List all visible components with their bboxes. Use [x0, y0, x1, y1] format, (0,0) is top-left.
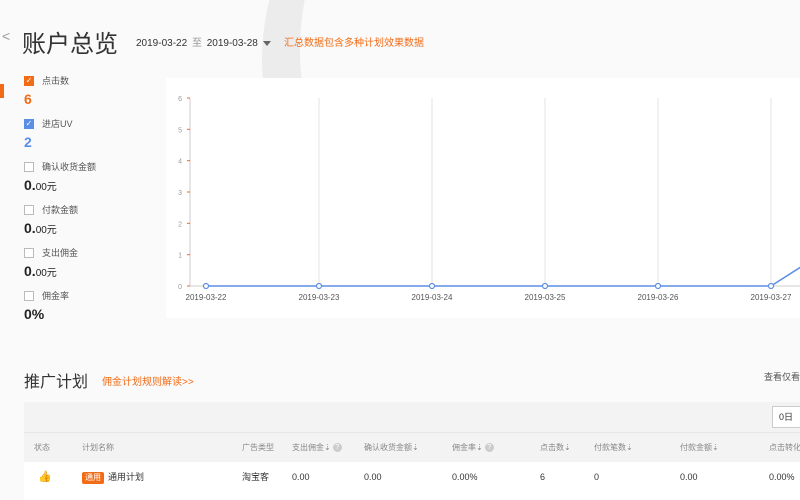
- collapse-arrow-icon[interactable]: <: [2, 28, 10, 44]
- table-cell: 0: [594, 472, 600, 482]
- series-line: [206, 266, 800, 287]
- column-header[interactable]: 付款笔数⇣: [594, 433, 633, 463]
- x-tick-label: 2019-03-25: [525, 293, 566, 302]
- table-cell: 0.00%: [769, 472, 795, 482]
- y-tick-label: 3: [178, 190, 182, 197]
- table-header: 状态 计划名称 广告类型 支出佣金⇣? 确认收货金额⇣ 佣金率⇣? 点击数⇣ 付款笔数⇣ 付款金…: [24, 432, 800, 462]
- metric-checkbox[interactable]: ✓: [24, 118, 34, 129]
- column-header[interactable]: 确认收货金额⇣: [364, 433, 419, 463]
- metric-item: 支出佣金 0.00元: [24, 246, 154, 289]
- y-tick-label: 1: [178, 253, 182, 260]
- column-header: 状态: [34, 443, 50, 452]
- table-cell: 6: [540, 472, 546, 482]
- x-tick-label: 2019-03-27: [751, 293, 792, 302]
- metric-item: 佣金率 0%: [24, 289, 154, 332]
- data-point: [767, 282, 775, 290]
- table-row[interactable]: 👍 通用 通用计划 淘宝客 0.00 0.00 0.00% 6 0 0.00 0.00%: [24, 462, 800, 492]
- metric-checkbox[interactable]: [24, 204, 34, 215]
- date-range-picker[interactable]: 2019-03-22 至 2019-03-28: [136, 34, 271, 49]
- metric-item: ✓ 点击数 6: [24, 74, 154, 117]
- x-tick-label: 2019-03-26: [638, 293, 679, 302]
- column-header[interactable]: 佣金率⇣?: [452, 433, 494, 463]
- metric-value: 0%: [24, 306, 45, 322]
- metric-label-row: 支出佣金: [24, 246, 154, 259]
- table-toolbar: 0日: [24, 402, 800, 432]
- date-separator: 至: [191, 38, 202, 49]
- metric-unit: 00元: [35, 225, 57, 236]
- plan-tag: 通用: [82, 472, 104, 484]
- metric-label: 进店UV: [42, 119, 73, 129]
- summary-data-link[interactable]: 汇总数据包含多种计划效果数据: [284, 34, 424, 49]
- metric-label-row: 佣金率: [24, 289, 154, 302]
- x-tick-label: 2019-03-23: [299, 293, 340, 302]
- y-tick-label: 5: [178, 127, 182, 134]
- metric-label-row: ✓ 进店UV: [24, 117, 154, 130]
- metric-unit: 00元: [35, 182, 57, 193]
- data-point: [315, 282, 323, 290]
- view-link[interactable]: 查看仅看: [764, 370, 800, 383]
- metric-label: 付款金额: [42, 205, 79, 215]
- column-header: 计划名称: [82, 443, 114, 452]
- x-tick-label: 2019-03-22: [186, 293, 227, 302]
- page: < 账户总览 2019-03-22 至 2019-03-28 汇总数据包含多种计…: [0, 0, 800, 500]
- column-header[interactable]: 支出佣金⇣?: [292, 433, 342, 463]
- metric-checkbox[interactable]: [24, 290, 34, 301]
- metric-label: 点击数: [42, 76, 70, 86]
- active-marker: [0, 84, 4, 98]
- table-body: 👍 通用 通用计划 淘宝客 0.00 0.00 0.00% 6 0 0.00 0.00%: [24, 462, 800, 492]
- data-point: [541, 282, 549, 290]
- section-title: 推广计划: [24, 374, 89, 391]
- trend-chart: 0 1 2 3 4 5 6 2019-03-22 2019-03-23 2019-03-24 201…: [166, 78, 800, 318]
- metric-item: 付款金额 0.00元: [24, 203, 154, 246]
- y-tick-label: 6: [178, 96, 182, 103]
- data-point: [202, 282, 210, 290]
- metric-label-row: 付款金额: [24, 203, 154, 216]
- metric-value: 2: [24, 134, 32, 150]
- data-point: [428, 282, 436, 290]
- metric-value: 0.00元: [24, 263, 57, 279]
- metric-checkbox[interactable]: [24, 161, 34, 172]
- table-cell: 0.00: [292, 472, 310, 482]
- metric-checkbox[interactable]: [24, 247, 34, 258]
- data-point: [654, 282, 662, 290]
- metric-label: 支出佣金: [42, 248, 79, 258]
- date-filter-button[interactable]: 0日: [772, 406, 800, 428]
- metric-label: 确认收货金额: [42, 162, 97, 172]
- metric-value: 0.00元: [24, 177, 57, 193]
- y-tick-label: 2: [178, 221, 182, 228]
- metric-checkbox[interactable]: ✓: [24, 75, 34, 86]
- plan-name[interactable]: 通用计划: [108, 472, 144, 482]
- column-header[interactable]: 付款金额⇣: [680, 433, 719, 463]
- help-icon[interactable]: ?: [484, 443, 494, 453]
- column-header[interactable]: 点击转化率⇣: [769, 433, 800, 463]
- metrics-panel: ✓ 点击数 6 ✓ 进店UV 2 确认收货金额 0.00元 付款金额 0.00元 支出佣金 0.00元…: [24, 74, 154, 332]
- table-cell: 0.00%: [452, 472, 478, 482]
- metric-item: ✓ 进店UV 2: [24, 117, 154, 160]
- x-tick-label: 2019-03-24: [412, 293, 453, 302]
- date-start: 2019-03-22: [136, 38, 188, 49]
- chevron-down-icon: [262, 40, 271, 46]
- plan-rules-link[interactable]: 佣金计划规则解读>>: [102, 373, 194, 388]
- metric-label-row: ✓ 点击数: [24, 74, 154, 87]
- metric-unit: 00元: [35, 268, 57, 279]
- column-header[interactable]: 点击数⇣: [540, 433, 571, 463]
- table-cell: 0.00: [680, 472, 698, 482]
- page-title: 账户总览: [22, 31, 118, 58]
- y-tick-label: 4: [178, 159, 182, 166]
- metric-label-row: 确认收货金额: [24, 160, 154, 173]
- metric-value: 6: [24, 91, 32, 107]
- metric-value: 0.00元: [24, 220, 57, 236]
- plans-table: 0日 状态 计划名称 广告类型 支出佣金⇣? 确认收货金额⇣ 佣金率⇣? 点击数⇣ 付款笔数⇣…: [24, 402, 800, 500]
- column-header: 广告类型: [242, 443, 274, 452]
- table-cell: 0.00: [364, 472, 382, 482]
- y-tick-label: 0: [178, 284, 182, 291]
- thumb-icon: 👍: [38, 471, 52, 483]
- trend-chart-svg: 0 1 2 3 4 5 6 2019-03-22 2019-03-23 2019-03-24 201…: [178, 96, 800, 302]
- metric-item: 确认收货金额 0.00元: [24, 160, 154, 203]
- plan-name-cell: 通用 通用计划: [82, 462, 144, 492]
- date-end: 2019-03-28: [206, 38, 258, 49]
- table-cell: 淘宝客: [242, 472, 270, 482]
- help-icon[interactable]: ?: [332, 443, 342, 453]
- metric-label: 佣金率: [42, 291, 70, 301]
